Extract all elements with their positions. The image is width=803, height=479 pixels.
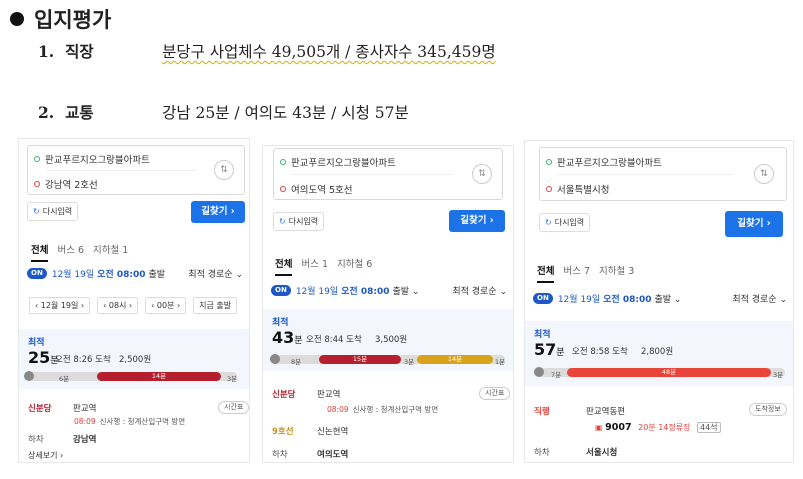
arrival-info-button[interactable]: 도착정보 (749, 403, 787, 416)
origin-dot-icon (280, 159, 286, 165)
minute-stepper[interactable]: ‹ 00분 › (145, 297, 187, 314)
bus-icon: ▣ (595, 423, 603, 432)
timetable-button[interactable]: 시간표 (479, 387, 511, 400)
reset-button[interactable]: ↻ 다시입력 (539, 213, 591, 232)
best-route[interactable]: 최적 25분 오전 8:26 도착 2,500원 6분 14분 3분 (19, 329, 249, 389)
arrive-time: 오전 8:58 도착 (572, 347, 628, 357)
swap-icon[interactable]: ⇅ (214, 160, 234, 180)
route-panel-gangnam: 판교푸르지오그랑블아파트 강남역 2호선 ⇅ ↻ 다시입력 길찾기 › 전체 버스… (18, 138, 250, 463)
origin-field[interactable]: 판교푸르지오그랑블아파트 (280, 155, 396, 169)
origin-dot-icon (546, 159, 552, 165)
tab-subway[interactable]: 지하철 1 (93, 242, 128, 262)
now-depart-button[interactable]: 지금 출발 (193, 297, 238, 314)
tab-bus[interactable]: 버스 7 (563, 263, 590, 283)
row-work-text: 분당구 사업체수 49,505개 / 종사자수 345,459명 (162, 43, 496, 61)
date-stepper[interactable]: ‹ 12월 19일 › (29, 297, 91, 314)
destination-field[interactable]: 여의도역 5호선 (280, 182, 353, 196)
stop-alight: 하차 여의도역 (272, 450, 349, 460)
timetable-button[interactable]: 시간표 (218, 401, 249, 414)
reset-button[interactable]: ↻ 다시입력 (27, 202, 79, 221)
find-route-button[interactable]: 길찾기 › (191, 201, 245, 223)
tab-bar: 전체 버스 7 지하철 3 (525, 263, 793, 283)
destination-dot-icon (546, 186, 552, 192)
origin-field[interactable]: 판교푸르지오그랑블아파트 (546, 155, 662, 169)
tab-subway[interactable]: 지하철 3 (599, 263, 634, 283)
bus-info: ▣ 9007 20분 14정류장 44석 (595, 422, 721, 433)
walk-icon (270, 354, 280, 364)
origin-dot-icon (34, 156, 40, 162)
route-panel-yeouido: 판교푸르지오그랑블아파트 여의도역 5호선 ⇅ ↻ 다시입력 길찾기 › 전체 버… (262, 145, 514, 463)
train-direction: 08:09 신사행 : 청계산입구역 방면 (327, 405, 439, 414)
depart-time-row[interactable]: ON 12월 19일 오전 08:00 출발 ⌄ 최적 경로순 ⌄ (533, 292, 787, 305)
tab-bar: 전체 버스 6 지하철 1 (19, 242, 249, 262)
arrive-time: 오전 8:44 도착 (306, 335, 362, 345)
fare: 2,800원 (641, 347, 674, 357)
fare: 3,500원 (375, 335, 408, 345)
tab-all[interactable]: 전체 (31, 242, 49, 262)
stop-alight: 하차 서울시청 (534, 448, 618, 458)
find-route-button[interactable]: 길찾기 › (725, 211, 783, 237)
section-heading: 입지평가 (10, 4, 111, 34)
time-controls: ‹ 12월 19일 › ‹ 08시 › ‹ 00분 › 지금 출발 (29, 297, 244, 314)
tab-bus[interactable]: 버스 6 (57, 242, 84, 262)
duration: 43분 (272, 328, 303, 347)
subway-segment-bar-2: 14분 (417, 355, 493, 364)
walk-icon (24, 371, 34, 381)
best-route[interactable]: 최적 57분 오전 8:58 도착 2,800원 7분 48분 3분 (525, 321, 793, 386)
swap-icon[interactable]: ⇅ (754, 164, 774, 184)
sort-dropdown[interactable]: 최적 경로순 ⌄ (452, 284, 507, 297)
row-traffic: 2. 교통 강남 25분 / 여의도 43분 / 시청 57분 (38, 103, 409, 122)
destination-dot-icon (34, 181, 40, 187)
depart-time-row[interactable]: ON 12월 19일 오전 08:00 출발 ⌄ 최적 경로순 ⌄ (271, 284, 507, 297)
location-box: 판교푸르지오그랑블아파트 여의도역 5호선 ⇅ (273, 148, 503, 200)
stop-board: 직행 판교역동편 (534, 407, 626, 417)
arrive-time: 오전 8:26 도착 (55, 355, 111, 365)
bus-segment-bar: 48분 (567, 368, 771, 377)
tab-subway[interactable]: 지하철 6 (337, 256, 372, 276)
bullet-icon (10, 12, 24, 26)
duration: 57분 (534, 340, 565, 359)
sort-dropdown[interactable]: 최적 경로순 ⌄ (188, 267, 243, 280)
location-box: 판교푸르지오그랑블아파트 강남역 2호선 ⇅ (27, 145, 245, 195)
origin-field[interactable]: 판교푸르지오그랑블아파트 (34, 152, 150, 166)
route-panel-cityhall: 판교푸르지오그랑블아파트 서울특별시청 ⇅ ↻ 다시입력 길찾기 › 전체 버스 … (524, 140, 794, 463)
best-route[interactable]: 최적 43분 오전 8:44 도착 3,500원 8분 15분 3분 14분 1… (263, 309, 513, 371)
sort-dropdown[interactable]: 최적 경로순 ⌄ (732, 292, 787, 305)
subway-segment-bar: 15분 (319, 355, 401, 364)
hour-stepper[interactable]: ‹ 08시 › (97, 297, 139, 314)
tab-bus[interactable]: 버스 1 (301, 256, 328, 276)
find-route-button[interactable]: 길찾기 › (449, 210, 505, 232)
destination-field[interactable]: 강남역 2호선 (34, 177, 98, 191)
stop-board: 신분당 판교역 (272, 390, 341, 400)
stop-board: 신분당 판교역 (28, 404, 97, 414)
tab-bar: 전체 버스 1 지하철 6 (263, 256, 513, 276)
on-badge: ON (271, 285, 291, 296)
refresh-icon: ↻ (279, 217, 286, 226)
section-title: 입지평가 (34, 7, 112, 32)
row-traffic-text: 강남 25분 / 여의도 43분 / 시청 57분 (162, 104, 409, 122)
tab-all[interactable]: 전체 (537, 263, 555, 283)
fare: 2,500원 (119, 355, 152, 365)
subway-segment-bar: 14분 (97, 372, 221, 381)
tab-all[interactable]: 전체 (275, 256, 293, 276)
location-box: 판교푸르지오그랑블아파트 서울특별시청 ⇅ (539, 147, 787, 201)
train-direction: 08:09 신사행 : 청계산입구역 방면 (74, 417, 186, 426)
depart-time-row[interactable]: ON 12월 19일 오전 08:00 출발 최적 경로순 ⌄ (27, 267, 243, 280)
swap-icon[interactable]: ⇅ (472, 164, 492, 184)
reset-button[interactable]: ↻ 다시입력 (273, 212, 325, 231)
destination-dot-icon (280, 186, 286, 192)
walk-icon (534, 367, 544, 377)
refresh-icon: ↻ (545, 218, 552, 227)
line-shinbundang: 신분당 (28, 404, 52, 414)
destination-field[interactable]: 서울특별시청 (546, 182, 609, 196)
row-work: 1. 직장 분당구 사업체수 49,505개 / 종사자수 345,459명 (38, 42, 496, 61)
stop-transfer: 9호선 신논현역 (272, 427, 349, 437)
on-badge: ON (27, 268, 47, 279)
on-badge: ON (533, 293, 553, 304)
stop-alight: 하차 강남역 (28, 435, 97, 445)
duration: 25분 (28, 348, 59, 367)
detail-link[interactable]: 상세보기 › (28, 450, 63, 461)
refresh-icon: ↻ (33, 207, 40, 216)
